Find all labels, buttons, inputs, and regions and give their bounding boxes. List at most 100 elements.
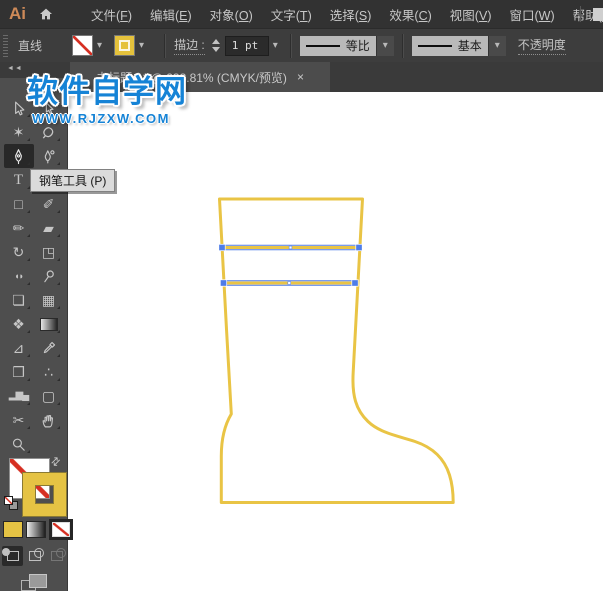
perspective-grid-tool[interactable]: ▦ [34, 288, 64, 312]
direct-selection-icon [45, 101, 54, 114]
menu-item-o[interactable]: 对象(O) [201, 5, 262, 24]
step-down-icon[interactable] [211, 47, 220, 52]
boot-outline-path [218, 197, 455, 504]
brush-preview-icon [417, 44, 452, 47]
menu-divider-right [580, 6, 581, 22]
brush-definition-dropdown[interactable]: 基本 [411, 35, 488, 56]
document-tab[interactable]: 未标题-1* @ 233.81% (CMYK/预览) × [70, 62, 330, 92]
panel-drag-handle[interactable] [3, 34, 8, 57]
puppet-warp-icon [44, 269, 54, 282]
slice-tool[interactable]: ✂ [4, 408, 34, 432]
shape-builder-tool[interactable]: ❏ [4, 288, 34, 312]
none-button[interactable] [49, 519, 73, 540]
draw-inside-icon [50, 548, 66, 561]
paintbrush-tool[interactable]: ✐ [34, 192, 64, 216]
brush-definition-value: 基本 [457, 39, 482, 53]
direct-selection-tool[interactable] [34, 96, 64, 120]
stroke-weight-stepper[interactable] [211, 39, 220, 52]
blend-tool[interactable]: ❒ [4, 360, 34, 384]
pen-tool[interactable] [3, 144, 34, 168]
width-profile-dropdown[interactable]: 等比 [299, 35, 376, 56]
scale-tool[interactable]: ◳ [34, 240, 64, 264]
pen-tool-tooltip: 钢笔工具 (P) [30, 169, 116, 192]
width-tool[interactable]: ◖◗ [4, 264, 34, 288]
menu-item-s[interactable]: 选择(S) [321, 5, 381, 24]
menu-item-w[interactable]: 窗口(W) [500, 5, 563, 24]
magic-wand-tool[interactable]: ✶ [4, 120, 34, 144]
menu-item-t[interactable]: 文字(T) [262, 5, 321, 24]
curvature-tool[interactable] [34, 144, 64, 168]
home-icon[interactable] [38, 6, 54, 22]
type-icon: T [13, 171, 24, 188]
draw-normal-button[interactable] [1, 546, 23, 566]
mesh-icon: ❖ [12, 316, 25, 332]
fill-color-swatch[interactable] [72, 35, 93, 56]
stroke-weight-input[interactable]: 1 pt [224, 35, 269, 56]
pencil-tool[interactable]: ✏ [4, 216, 34, 240]
options-separator [289, 33, 292, 58]
rotate-tool[interactable]: ↻ [4, 240, 34, 264]
document-title: 未标题-1* @ 233.81% (CMYK/预览) [96, 70, 287, 85]
type-tool[interactable]: T [4, 168, 34, 192]
close-tab-icon[interactable]: × [297, 70, 304, 84]
fill-color-chevron-icon[interactable]: ▾ [93, 40, 106, 51]
scale-icon: ◳ [41, 244, 56, 260]
swap-fill-stroke-icon[interactable]: ⇄ [48, 454, 63, 469]
tools-panel: ✶ϘT╲□✐✏▰↻◳◖◗❏▦❖⊿❒∴▂▆▄▢✂ ⇄ [0, 78, 73, 591]
column-graph-icon: ▂▆▄ [8, 390, 29, 401]
stroke-indicator-icon [119, 40, 131, 51]
fill-stroke-indicator: ⇄ [0, 450, 68, 520]
eraser-tool[interactable]: ▰ [34, 216, 64, 240]
stroke-color-chevron-icon[interactable]: ▾ [135, 40, 148, 51]
artboard-tool[interactable]: ▢ [34, 384, 64, 408]
lasso-tool[interactable]: Ϙ [34, 120, 64, 144]
draw-behind-button[interactable] [24, 546, 45, 566]
hand-icon [42, 414, 54, 427]
gradient-icon [39, 317, 58, 331]
document-tab-bar: ◄◄ 未标题-1* @ 233.81% (CMYK/预览) × [0, 62, 603, 92]
current-tool-label: 直线 [18, 39, 43, 53]
gradient-button[interactable] [26, 521, 46, 538]
measure-tool[interactable]: ⊿ [4, 336, 34, 360]
eyedropper-tool[interactable] [34, 336, 64, 360]
stroke-color-swatch[interactable] [114, 35, 136, 56]
draw-inside-button[interactable] [46, 546, 67, 566]
draw-behind-icon [28, 548, 44, 561]
curvature-icon [44, 149, 55, 163]
screen-mode-front-icon [29, 574, 47, 588]
step-up-icon[interactable] [211, 39, 220, 44]
menu-item-c[interactable]: 效果(C) [380, 5, 440, 24]
drawing-mode-buttons [1, 546, 67, 566]
canvas[interactable] [69, 92, 603, 591]
menu-items: 文件(F) 编辑(E) 对象(O) 文字(T) 选择(S) 效果(C) 视图(V) 窗口(W)… [82, 5, 603, 24]
stroke-swatch-yellow[interactable] [23, 473, 66, 516]
menu-bar: Ai 文件(F) 编辑(E) 对象(O) 文字(T) 选择(S) 效果(C) 视图(V) 窗口… [0, 0, 603, 28]
app-bar-button[interactable] [593, 8, 603, 21]
paintbrush-icon: ✐ [42, 196, 55, 212]
pen-icon [15, 148, 22, 164]
symbol-sprayer-tool[interactable]: ∴ [34, 360, 64, 384]
selection-tool[interactable] [4, 96, 34, 120]
gradient-tool[interactable] [34, 312, 64, 336]
brush-chevron-icon[interactable]: ▾ [487, 35, 506, 56]
default-fill-stroke-icon[interactable] [4, 496, 18, 510]
menu-item-v[interactable]: 视图(V) [441, 5, 501, 24]
column-graph-tool[interactable]: ▂▆▄ [4, 384, 34, 408]
menu-item-f[interactable]: 文件(F) [82, 5, 141, 24]
measure-icon: ⊿ [12, 340, 25, 356]
tools-grid: ✶ϘT╲□✐✏▰↻◳◖◗❏▦❖⊿❒∴▂▆▄▢✂ [0, 96, 67, 456]
screen-mode-button[interactable] [21, 574, 47, 591]
hand-tool[interactable] [34, 408, 64, 432]
collapse-panel-icon[interactable]: ◄◄ [7, 65, 23, 72]
color-button[interactable] [3, 521, 23, 538]
rectangle-tool[interactable]: □ [4, 192, 34, 216]
menu-item-e[interactable]: 编辑(E) [141, 5, 201, 24]
opacity-label[interactable]: 不透明度 [517, 36, 566, 55]
mesh-tool[interactable]: ❖ [4, 312, 34, 336]
width-profile-chevron-icon[interactable]: ▾ [375, 35, 394, 56]
anchor-point [218, 243, 226, 252]
stroke-weight-chevron-icon[interactable]: ▾ [269, 40, 282, 51]
puppet-warp-tool[interactable] [34, 264, 64, 288]
width-icon: ◖◗ [14, 270, 24, 281]
stroke-weight-label[interactable]: 描边 : [174, 36, 205, 55]
